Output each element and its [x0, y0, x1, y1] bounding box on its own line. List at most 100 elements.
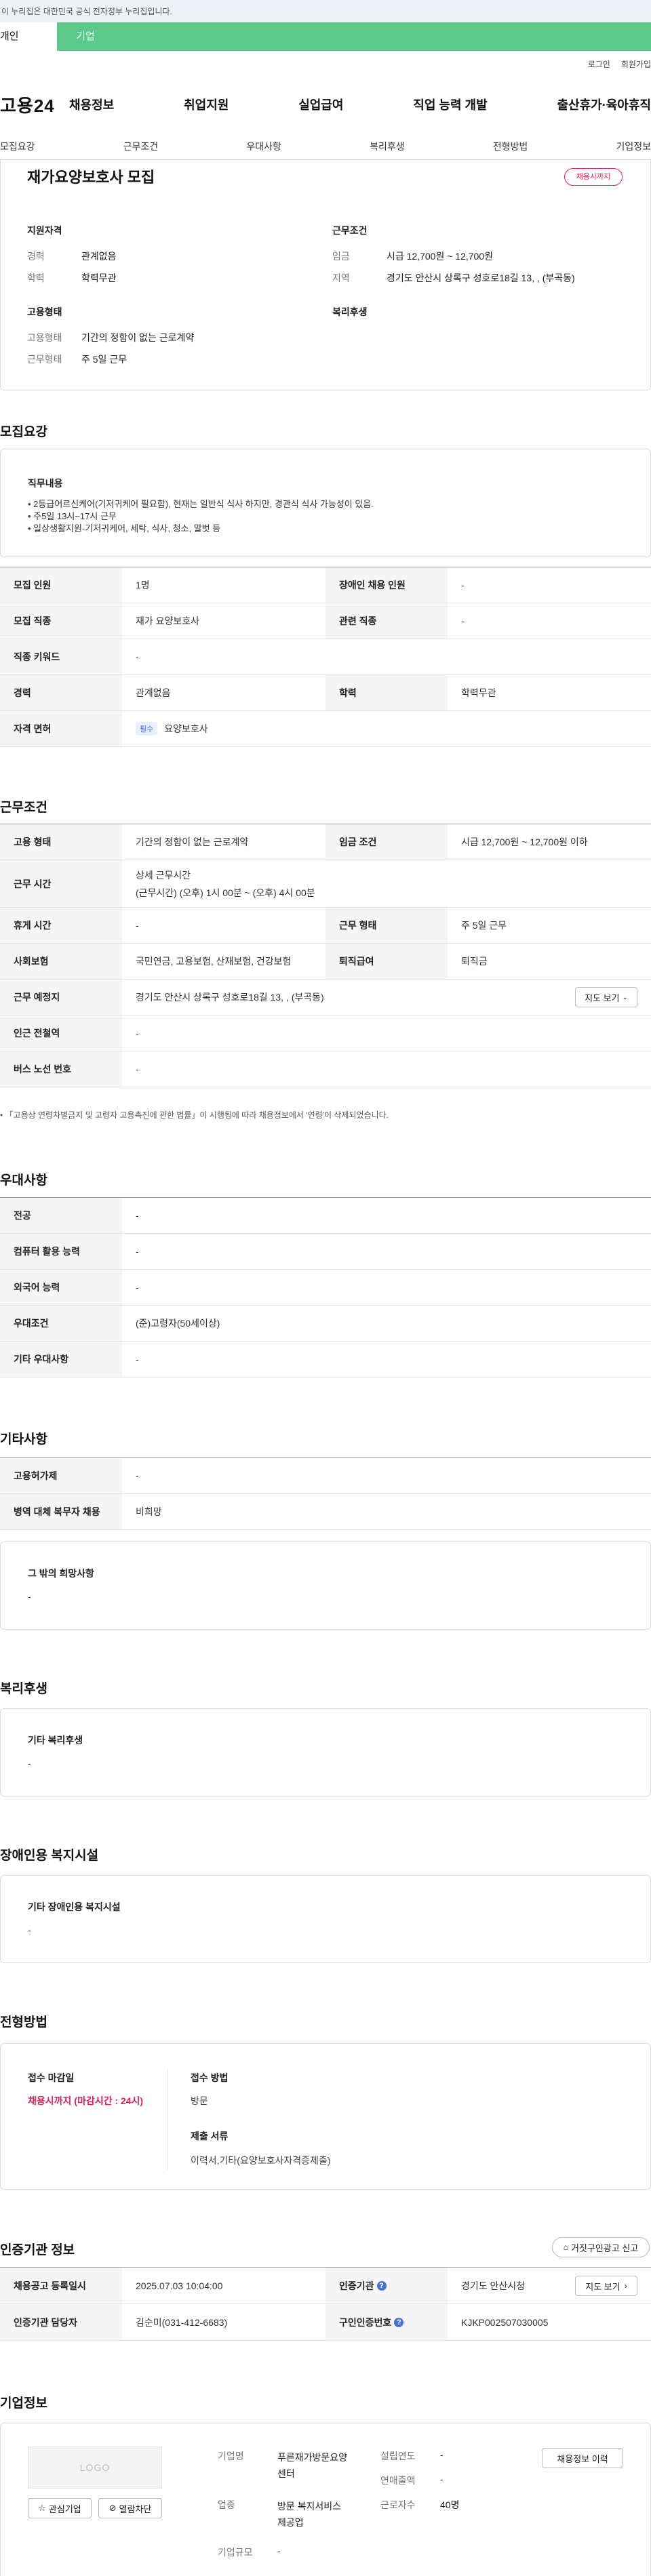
row-value: 김순미(031-412-6683) — [136, 2316, 228, 2328]
deadline-label: 접수 마감일 — [28, 2072, 75, 2083]
career-value: 관계없음 — [81, 251, 117, 262]
row-value: - — [461, 580, 465, 590]
table-row: 인근 전철역 - — [0, 1015, 651, 1051]
row-label: 전공 — [0, 1198, 122, 1233]
table-row: 병역 대체 복무자 채용 비희망 — [0, 1494, 651, 1530]
report-false-ad-button[interactable]: ⌂ 거짓구인광고 신고 — [552, 2237, 650, 2257]
area-label: 지역 — [332, 273, 350, 283]
work-form-label: 근무형태 — [27, 354, 62, 365]
row-value: - — [136, 1064, 139, 1074]
recruit-heading: 모집요강 — [0, 425, 47, 439]
report-button-label: 거짓구인광고 신고 — [570, 2242, 639, 2253]
map-button[interactable]: 지도 보기 ⌄ — [575, 987, 637, 1007]
duty-card: 직무내용 • 2등급어르신케어(기저귀케어 필요함), 현재는 일반식 식사 하… — [0, 449, 651, 557]
preferences-table: 전공 - 컴퓨터 활용 능력 - 외국어 능력 - 우대조건 (준)고령자(50세이상)… — [0, 1197, 651, 1377]
company-size-value: - — [277, 2545, 281, 2556]
tab-company[interactable]: 기업 — [57, 22, 114, 51]
row-label: 외국어 능력 — [0, 1270, 122, 1305]
main-nav: 고용24 채용정보 취업지원 실업급여 직업 능력 개발 출산휴가·육아휴직 — [0, 88, 651, 121]
row-value: - — [136, 1028, 139, 1039]
favorite-company-button[interactable]: ☆ 관심기업 — [28, 2498, 92, 2518]
section-nav-recruit[interactable]: 모집요강 — [0, 140, 35, 153]
row-value: - — [136, 1470, 139, 1481]
row-value: (준)고령자(50세이상) — [136, 1318, 220, 1329]
row-value: 경기도 안산시청 — [461, 2280, 526, 2291]
row-value: - — [136, 1354, 139, 1365]
recruit-table: 모집 인원 1명 장애인 채용 인원 - 모집 직종 재가 요양보호사 관련 직… — [0, 567, 651, 747]
section-nav-welfare[interactable]: 복리후생 — [370, 140, 405, 153]
row-value: 경기도 안산시 상록구 성호로18길 13, , (부곡동) — [136, 992, 324, 1003]
row-label: 기타 우대사항 — [0, 1342, 122, 1377]
menu-item-unemployment-benefit[interactable]: 실업급여 — [298, 96, 343, 113]
menu-item-employment-support[interactable]: 취업지원 — [184, 96, 229, 113]
company-heading: 기업정보 — [0, 2396, 47, 2411]
duty-list: • 2등급어르신케어(기저귀케어 필요함), 현재는 일반식 식사 하지만, 경… — [28, 498, 374, 535]
table-row: 외국어 능력 - — [0, 1270, 651, 1306]
conditions-section-heading: 근무조건 — [0, 801, 47, 815]
wage-value: 시급 12,700원 ~ 12,700원 — [387, 251, 494, 262]
section-nav-preferences[interactable]: 우대사항 — [246, 140, 281, 153]
row-label: 인근 전철역 — [0, 1015, 122, 1051]
cert-id-label: 구인인증번호 — [339, 2316, 392, 2328]
row-value: 국민연금, 고용보험, 산재보험, 건강보험 — [136, 956, 292, 967]
row-value: - — [136, 1282, 139, 1293]
menu-item-parental-leave[interactable]: 출산휴가·육아휴직 — [557, 96, 651, 113]
table-row: 기타 우대사항 - — [0, 1342, 651, 1377]
docs-label: 제출 서류 — [191, 2131, 229, 2141]
row-value: - — [461, 616, 465, 626]
employment-type-value: 기간의 정함이 없는 근로계약 — [81, 332, 195, 343]
star-icon: ☆ — [38, 2503, 46, 2513]
table-row: 인증기관 담당자 김순미(031-412-6683) 구인인증번호? KJKP0… — [0, 2304, 651, 2341]
tab-personal[interactable]: 개인 — [0, 22, 57, 51]
business-type-value: 방문 복지서비스 제공업 — [277, 2501, 342, 2528]
util-links: 로그인 회원가입 — [588, 58, 651, 70]
cert-map-button[interactable]: 지도 보기 › — [575, 2276, 637, 2296]
site-logo[interactable]: 고용24 — [0, 92, 69, 117]
row-value: - — [136, 1210, 139, 1221]
education-value: 학력무관 — [81, 273, 117, 283]
table-row: 모집 직종 재가 요양보호사 관련 직종 - — [0, 603, 651, 639]
table-row: 근무 시간 상세 근무시간 (근무시간) (오후) 1시 00분 ~ (오후) … — [0, 860, 651, 908]
annual-sales-value: - — [440, 2474, 443, 2484]
row-label: 근무 형태 — [326, 908, 448, 943]
hiring-history-button[interactable]: 채용정보 이력 — [542, 2448, 623, 2468]
section-nav-conditions[interactable]: 근무조건 — [123, 140, 159, 153]
menu-item-skills[interactable]: 직업 능력 개발 — [413, 96, 487, 113]
employment-type-heading: 고용형태 — [27, 306, 62, 317]
section-nav-selection[interactable]: 전형방법 — [493, 140, 528, 153]
login-link[interactable]: 로그인 — [588, 58, 610, 70]
employee-count-label: 근로자수 — [380, 2499, 416, 2510]
row-label: 모집 직종 — [0, 603, 122, 639]
table-row: 우대조건 (준)고령자(50세이상) — [0, 1306, 651, 1342]
menu-item-jobs[interactable]: 채용정보 — [69, 96, 114, 113]
top-tabs: 개인 기업 — [0, 22, 651, 51]
block-label: 열람차단 — [119, 2503, 152, 2514]
table-row: 모집 인원 1명 장애인 채용 인원 - — [0, 567, 651, 603]
question-icon[interactable]: ? — [394, 2317, 404, 2327]
row-value: 학력무관 — [461, 687, 496, 698]
duty-heading: 직무내용 — [28, 478, 63, 489]
employment-type-label: 고용형태 — [27, 332, 62, 343]
table-row: 사회보험 국민연금, 고용보험, 산재보험, 건강보험 퇴직급여 퇴직금 — [0, 944, 651, 980]
map-button-label: 지도 보기 — [585, 992, 620, 1003]
question-icon[interactable]: ? — [376, 2280, 387, 2291]
work-time-detail: (근무시간) (오후) 1시 00분 ~ (오후) 4시 00분 — [136, 887, 315, 898]
deadline-value: 채용시까지 (마감시간 : 24시) — [28, 2095, 144, 2106]
preferences-heading: 우대사항 — [0, 1173, 47, 1188]
status-badge: 채용시까지 — [564, 168, 623, 186]
section-nav-company[interactable]: 기업정보 — [616, 140, 651, 153]
employee-count-value: 40명 — [440, 2499, 460, 2510]
divider — [167, 2068, 168, 2170]
cert-table: 채용공고 등록일시 2025.07.03 10:04:00 인증기관? 경기도 … — [0, 2267, 651, 2341]
facility-box-value: - — [28, 1925, 31, 1935]
duty-item: • 일상생활지원-기저귀케어, 세탁, 식사, 청소, 말벗 등 — [28, 523, 221, 534]
selection-card: 접수 마감일 채용시까지 (마감시간 : 24시) 접수 방법 방문 제출 서류… — [0, 2043, 651, 2190]
table-row: 근무 예정지 경기도 안산시 상록구 성호로18길 13, , (부곡동) 지도… — [0, 980, 651, 1015]
table-row: 채용공고 등록일시 2025.07.03 10:04:00 인증기관? 경기도 … — [0, 2268, 651, 2304]
row-value: 퇴직금 — [461, 956, 488, 967]
table-row: 고용허가제 - — [0, 1458, 651, 1494]
block-view-button[interactable]: ⊘ 열람차단 — [98, 2498, 162, 2518]
age-law-note-text: 「고용상 연령차별금지 및 고령자 고용촉진에 관한 법률」이 시행됨에 따라 … — [5, 1110, 389, 1120]
join-link[interactable]: 회원가입 — [621, 58, 651, 70]
table-row: 컴퓨터 활용 능력 - — [0, 1234, 651, 1270]
